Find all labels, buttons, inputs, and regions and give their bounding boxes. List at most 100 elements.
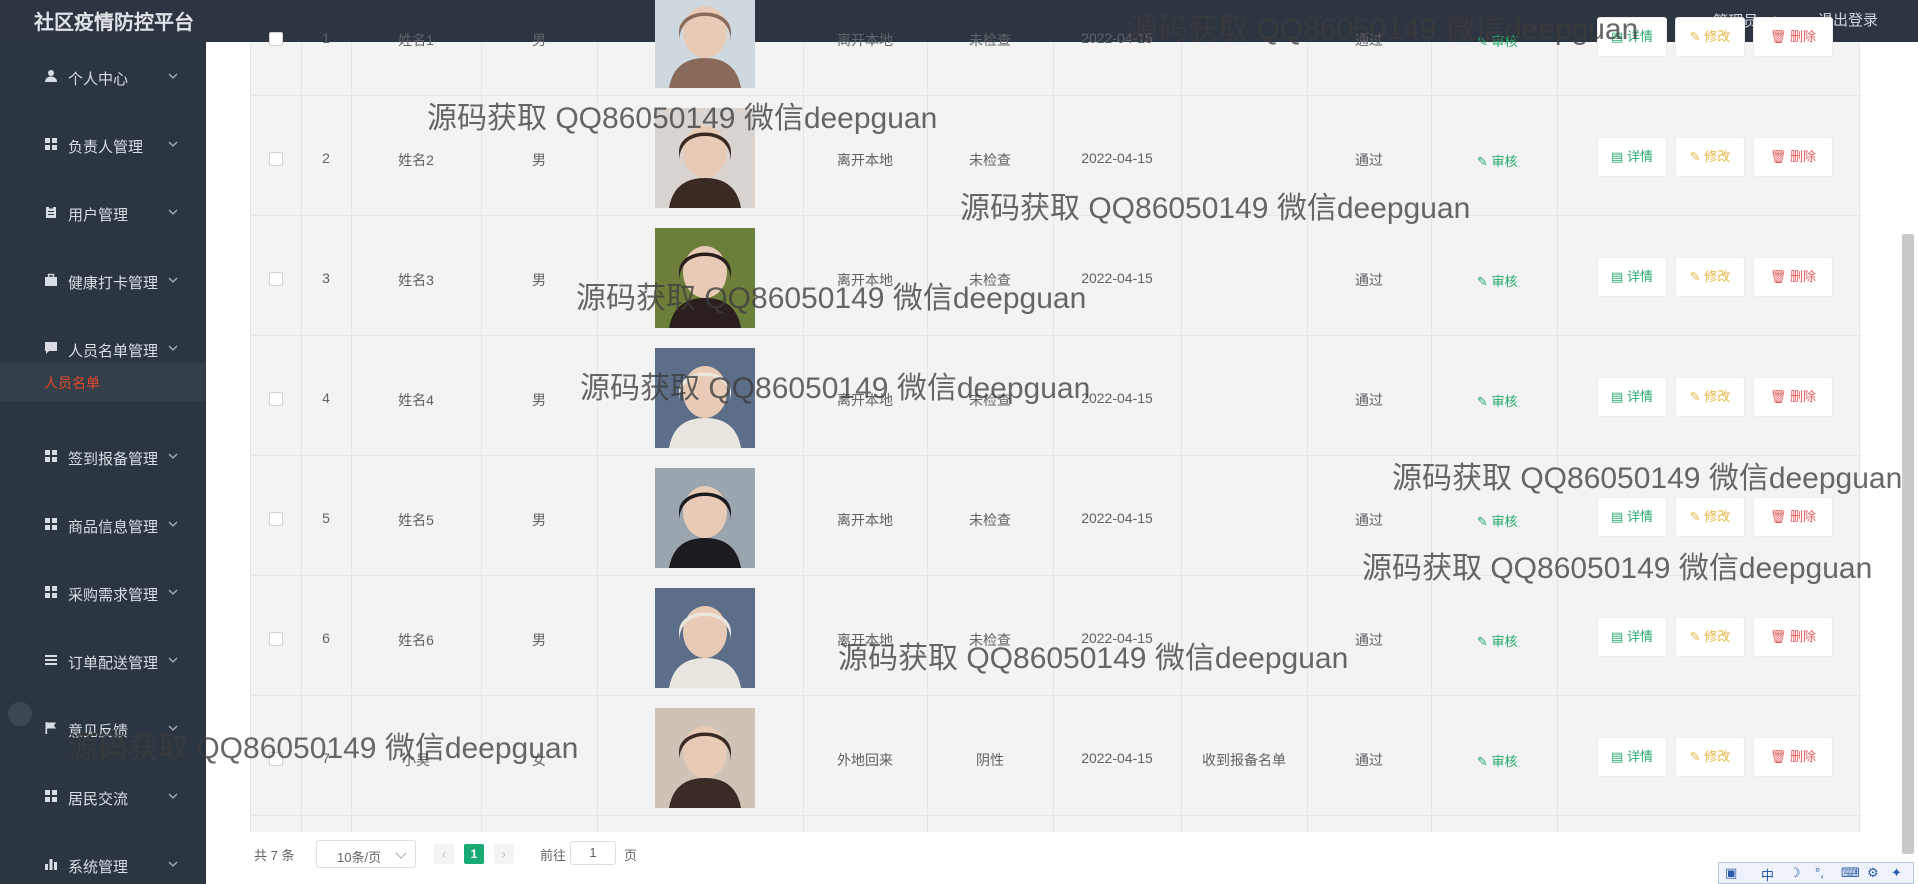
pencil-icon: ✎ — [1689, 149, 1705, 164]
row-gender: 女 — [532, 752, 546, 768]
sidebar-item-label: 意见反馈 — [68, 723, 129, 740]
sidebar-item-label: 负责人管理 — [68, 139, 144, 156]
row-index: 5 — [322, 510, 330, 526]
grid-icon — [44, 789, 60, 805]
row-checkbox[interactable] — [269, 32, 283, 46]
delete-button[interactable]: 🗑 删除 — [1753, 137, 1833, 177]
row-location-status: 离开本地 — [837, 632, 893, 648]
bar-chart-icon — [44, 857, 60, 873]
avatar-photo[interactable] — [655, 468, 755, 568]
page-size-select[interactable]: 10条/页 — [316, 840, 416, 868]
row-index: 2 — [322, 150, 330, 166]
row-date: 2022-04-15 — [1081, 510, 1153, 526]
ime-toolbar[interactable]: ▣ 中 ☽ °, ⌨ ⚙ ✦ — [1718, 862, 1914, 884]
row-location-status: 外地回来 — [837, 752, 893, 768]
trash-icon: 🗑 — [1769, 509, 1791, 524]
trash-icon: 🗑 — [1769, 149, 1791, 164]
detail-button[interactable]: ▤ 详情 — [1597, 137, 1667, 177]
row-note: 收到报备名单 — [1202, 752, 1286, 768]
delete-button[interactable]: 🗑 删除 — [1753, 257, 1833, 297]
row-gender: 男 — [532, 392, 546, 408]
sidebar-item-4[interactable]: 健康打卡管理 — [0, 262, 206, 302]
detail-button[interactable]: ▤ 详情 — [1597, 497, 1667, 537]
sidebar-item-3[interactable]: 用户管理 — [0, 194, 206, 234]
sidebar-item-8[interactable]: 采购需求管理 — [0, 574, 206, 614]
table-row: 4 姓名4 男离开本地 未检查 2022-04-15 通过 ✎ 审核 ▤ 详情 ✎ 修改 🗑 删除 — [251, 336, 1861, 456]
row-test-result: 未检查 — [969, 272, 1011, 288]
vertical-scrollbar[interactable] — [1902, 234, 1914, 854]
edit-button[interactable]: ✎ 修改 — [1675, 137, 1745, 177]
avatar-photo[interactable] — [655, 0, 755, 88]
sidebar-item-12[interactable]: 系统管理 — [0, 846, 206, 884]
edit-button[interactable]: ✎ 修改 — [1675, 617, 1745, 657]
row-checkbox[interactable] — [269, 152, 283, 166]
edit-pen-icon: ✎ — [1477, 514, 1492, 529]
row-index: 7 — [322, 750, 330, 766]
clipboard-icon — [44, 205, 60, 221]
sidebar-item-6[interactable]: 签到报备管理 — [0, 438, 206, 478]
sidebar-item-2[interactable]: 负责人管理 — [0, 126, 206, 166]
chevron-down-icon — [168, 516, 178, 527]
sidebar-item-9[interactable]: 订单配送管理 — [0, 642, 206, 682]
detail-button[interactable]: ▤ 详情 — [1597, 257, 1667, 297]
grid-icon — [44, 517, 60, 533]
avatar-photo[interactable] — [655, 108, 755, 208]
row-name: 姓名6 — [398, 632, 434, 648]
delete-button[interactable]: 🗑 删除 — [1753, 617, 1833, 657]
edit-button[interactable]: ✎ 修改 — [1675, 377, 1745, 417]
row-index: 3 — [322, 270, 330, 286]
audit-button[interactable]: ✎ 审核 — [1477, 751, 1518, 770]
prev-page-button[interactable]: ‹ — [434, 844, 454, 864]
audit-label: 审核 — [1491, 34, 1518, 49]
audit-button[interactable]: ✎ 审核 — [1477, 31, 1518, 50]
avatar-photo[interactable] — [655, 348, 755, 448]
detail-button[interactable]: ▤ 详情 — [1597, 737, 1667, 777]
row-date: 2022-04-15 — [1081, 630, 1153, 646]
audit-button[interactable]: ✎ 审核 — [1477, 391, 1518, 410]
row-checkbox[interactable] — [269, 632, 283, 646]
sidebar-item-7[interactable]: 商品信息管理 — [0, 506, 206, 546]
delete-button[interactable]: 🗑 删除 — [1753, 737, 1833, 777]
row-test-result: 未检查 — [969, 152, 1011, 168]
goto-page-input[interactable]: 1 — [570, 841, 616, 865]
delete-button[interactable]: 🗑 删除 — [1753, 497, 1833, 537]
edit-button[interactable]: ✎ 修改 — [1675, 257, 1745, 297]
audit-button[interactable]: ✎ 审核 — [1477, 631, 1518, 650]
delete-button-label: 删除 — [1790, 509, 1817, 524]
sidebar-item-10[interactable]: 意见反馈 — [0, 710, 206, 750]
avatar-photo[interactable] — [655, 588, 755, 688]
edit-button-label: 修改 — [1704, 509, 1731, 524]
edit-button[interactable]: ✎ 修改 — [1675, 17, 1745, 57]
audit-button[interactable]: ✎ 审核 — [1477, 151, 1518, 170]
row-checkbox[interactable] — [269, 272, 283, 286]
detail-button[interactable]: ▤ 详情 — [1597, 617, 1667, 657]
detail-button[interactable]: ▤ 详情 — [1597, 17, 1667, 57]
sidebar-item-1[interactable]: 个人中心 — [0, 58, 206, 98]
row-checkbox[interactable] — [269, 392, 283, 406]
row-checkbox[interactable] — [269, 752, 283, 766]
audit-button[interactable]: ✎ 审核 — [1477, 511, 1518, 530]
avatar-photo[interactable] — [655, 708, 755, 808]
next-page-button[interactable]: › — [494, 844, 514, 864]
audit-button[interactable]: ✎ 审核 — [1477, 271, 1518, 290]
edit-button-label: 修改 — [1704, 269, 1731, 284]
page-number-current[interactable]: 1 — [464, 844, 484, 864]
pencil-icon: ✎ — [1689, 509, 1705, 524]
row-test-result: 未检查 — [969, 32, 1011, 48]
row-checkbox[interactable] — [269, 512, 283, 526]
delete-button[interactable]: 🗑 删除 — [1753, 17, 1833, 57]
edit-button[interactable]: ✎ 修改 — [1675, 737, 1745, 777]
audit-label: 审核 — [1491, 274, 1518, 289]
sidebar-subitem-label: 人员名单 — [44, 375, 100, 391]
row-review-status: 通过 — [1355, 272, 1383, 288]
sidebar-item-label: 订单配送管理 — [68, 655, 159, 672]
edit-button[interactable]: ✎ 修改 — [1675, 497, 1745, 537]
document-icon: ▤ — [1611, 629, 1627, 644]
avatar-photo[interactable] — [655, 228, 755, 328]
detail-button[interactable]: ▤ 详情 — [1597, 377, 1667, 417]
chevron-down-icon — [168, 272, 178, 283]
briefcase-icon — [44, 273, 60, 289]
sidebar-item-11[interactable]: 居民交流 — [0, 778, 206, 818]
sidebar-item-5[interactable]: 人员名单管理 — [0, 330, 206, 370]
delete-button[interactable]: 🗑 删除 — [1753, 377, 1833, 417]
